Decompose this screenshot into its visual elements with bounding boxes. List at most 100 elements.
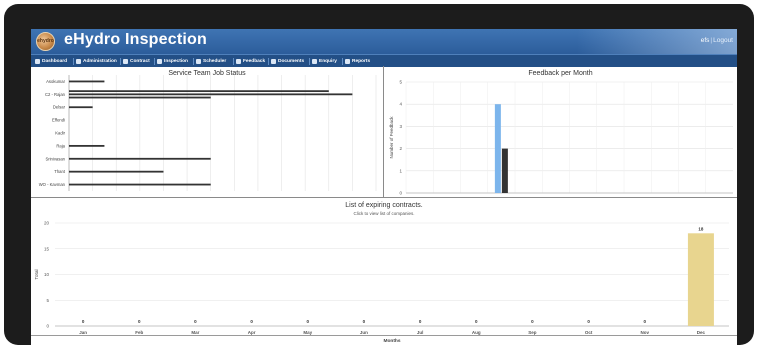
nav-label: Dashboard <box>42 59 68 64</box>
nav-label: Contract <box>130 59 150 64</box>
plan-bar <box>69 96 211 99</box>
nav-label: Scheduler <box>203 59 227 64</box>
app-logo[interactable]: ehydro <box>36 32 55 51</box>
plan-bar <box>69 144 105 147</box>
y-tick-label: 10 <box>44 272 50 277</box>
y-tick-label: 20 <box>44 221 50 226</box>
data-label: 0 <box>363 319 366 324</box>
data-label: 0 <box>250 319 253 324</box>
plan-bar <box>69 80 105 83</box>
plan-bar <box>69 93 353 96</box>
clock-icon <box>196 59 201 64</box>
user-area: efs|Logout <box>701 37 733 44</box>
category-label: Asokumar <box>46 79 65 84</box>
category-label: Effendi <box>52 118 65 123</box>
nav-dashboard[interactable]: Dashboard <box>35 57 67 66</box>
nav-reports[interactable]: Reports <box>345 57 370 66</box>
y-tick-label: 5 <box>46 298 49 303</box>
plan-bar <box>69 157 211 160</box>
x-tick-label: 8 <box>162 195 165 196</box>
pencil-icon <box>236 59 241 64</box>
device-frame: ehydro eHydro Inspection efs|Logout Dash… <box>4 4 754 349</box>
nav-label: Inspection <box>164 59 188 64</box>
category-label: Thant <box>54 169 66 174</box>
data-label: 0 <box>194 319 197 324</box>
app-header: ehydro eHydro Inspection efs|Logout <box>31 29 737 54</box>
category-label: WO - Kavman <box>39 182 66 187</box>
category-label: Srinivasan <box>45 156 65 161</box>
job-status-chart: 02468101214161820222426AsokumarC2 - Raja… <box>39 75 379 196</box>
feedback-chart: 012345JanuaryFebruaryMarchAprilMayJuneJu… <box>389 80 733 196</box>
category-label: Raja <box>56 143 65 148</box>
x-tick-label: 0 <box>68 195 71 196</box>
nav-divider <box>268 58 269 65</box>
expiring-title[interactable]: List of expiring contracts. <box>31 202 737 209</box>
x-tick-label: 6 <box>139 195 142 196</box>
nav-label: Administration <box>83 59 117 64</box>
user-separator: | <box>710 37 713 44</box>
data-label: 0 <box>138 319 141 324</box>
pen-icon <box>123 59 128 64</box>
app-title: eHydro Inspection <box>64 31 207 48</box>
expiring-chart: 05101520Total0Jan0Feb0Mar0Apr0May0Jun0Ju… <box>34 221 729 344</box>
x-tick-label: 18 <box>279 195 285 196</box>
nav-documents[interactable]: Documents <box>271 57 304 66</box>
document-icon <box>345 59 350 64</box>
logout-link[interactable]: Logout <box>713 37 733 44</box>
y-tick-label: 0 <box>399 191 402 196</box>
x-tick-label: 22 <box>326 195 332 196</box>
nav-scheduler[interactable]: Scheduler <box>196 57 226 66</box>
y-axis-label: Number of Feedback <box>389 116 394 159</box>
y-tick-label: 1 <box>399 168 402 173</box>
nav-divider <box>154 58 155 65</box>
map-pin-icon <box>312 59 317 64</box>
y-tick-label: 15 <box>44 246 50 251</box>
bottom-divider <box>31 335 737 336</box>
user-name[interactable]: efs <box>701 37 710 44</box>
data-label: 0 <box>587 319 590 324</box>
x-tick-label: 24 <box>350 195 356 196</box>
globe-icon <box>271 59 276 64</box>
y-tick-label: 4 <box>399 102 402 107</box>
category-label: C2 - Rajan <box>45 92 66 97</box>
nav-label: Documents <box>278 59 305 64</box>
x-tick-label: 10 <box>185 195 191 196</box>
x-tick-label: 20 <box>303 195 309 196</box>
data-label: 0 <box>306 319 309 324</box>
nav-divider <box>120 58 121 65</box>
x-tick-label: 26 <box>373 195 379 196</box>
edit-icon <box>76 59 81 64</box>
nav-administration[interactable]: Administration <box>76 57 117 66</box>
logo-text: ehydro <box>37 38 54 44</box>
x-tick-label: 16 <box>255 195 261 196</box>
nav-enquiry[interactable]: Enquiry <box>312 57 337 66</box>
data-label: 18 <box>698 226 704 231</box>
feedback-bar <box>501 148 508 193</box>
data-label: 0 <box>419 319 422 324</box>
nav-divider <box>193 58 194 65</box>
nav-divider <box>309 58 310 65</box>
x-tick-label: 2 <box>91 195 94 196</box>
x-tick-label: 12 <box>208 195 214 196</box>
panel-divider-horizontal <box>31 197 737 198</box>
plan-bar <box>69 90 329 93</box>
nav-divider <box>342 58 343 65</box>
x-tick-label: 4 <box>115 195 118 196</box>
list-icon <box>157 59 162 64</box>
nav-feedback[interactable]: Feedback <box>236 57 265 66</box>
data-label: 0 <box>475 319 478 324</box>
category-label: Delsar <box>53 105 66 110</box>
y-axis-label: Total <box>34 269 40 279</box>
nav-label: Feedback <box>243 59 266 64</box>
y-tick-label: 0 <box>46 324 49 329</box>
data-label: 0 <box>531 319 534 324</box>
x-tick-label: 14 <box>232 195 238 196</box>
y-tick-label: 2 <box>399 146 402 151</box>
feedback-bar <box>494 104 501 193</box>
nav-inspection[interactable]: Inspection <box>157 57 188 66</box>
nav-contract[interactable]: Contract <box>123 57 150 66</box>
plan-bar <box>69 170 164 173</box>
y-tick-label: 5 <box>399 80 402 85</box>
plan-bar <box>69 106 93 109</box>
nav-label: Reports <box>352 59 371 64</box>
